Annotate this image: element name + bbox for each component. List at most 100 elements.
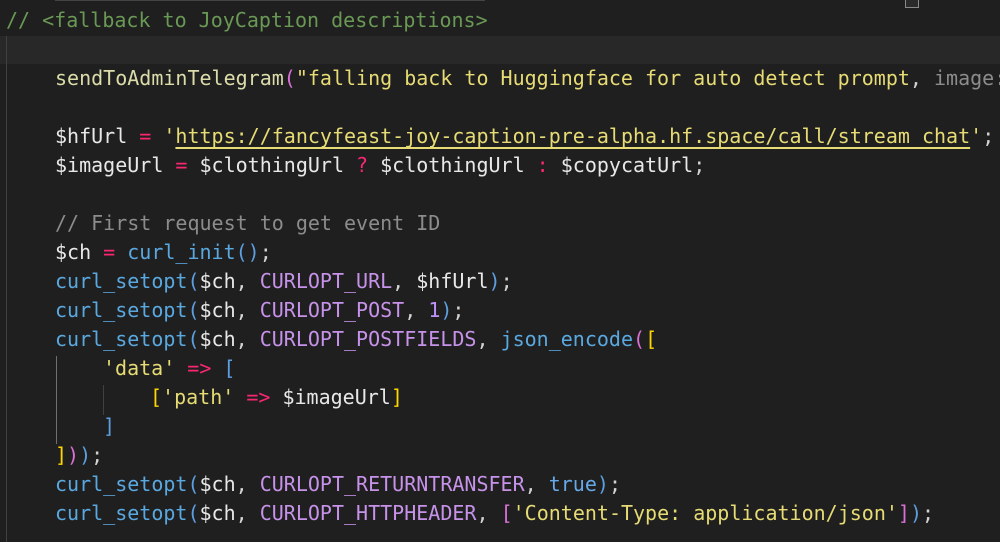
code-token: 'data' [103,356,176,380]
code-token: ] [897,501,910,525]
code-token: ] [390,385,403,409]
code-token: CURLOPT_POST [259,298,405,322]
code-token: 'Content-Type: application/json' [512,501,898,525]
code-token: [ [645,327,658,351]
code-token: true [548,472,597,496]
code-line-text: curl_setopt($ch, CURLOPT_RETURNTRANSFER,… [55,470,621,499]
code-token: ) [67,443,80,467]
code-line[interactable]: curl_setopt($ch, CURLOPT_POST, 1); [0,296,1000,325]
code-token: curl_setopt [55,472,188,496]
code-token: curl_setopt [55,269,188,293]
code-token: curl_setopt [55,298,188,322]
code-line[interactable]: sendToAdminTelegram("falling back to Hug… [0,64,1000,93]
code-token: ( [187,472,200,496]
code-token: () [235,240,260,264]
code-token: ? [344,153,381,177]
code-token: $ch [199,298,236,322]
code-token: ' [970,124,983,148]
code-token: // First request to get event ID [55,211,441,235]
code-token: = [127,124,164,148]
code-token: , [524,472,549,496]
code-token: ( [187,269,200,293]
code-token: ] [103,414,116,438]
code-token: ' [163,124,176,148]
code-token: ) [440,298,453,322]
code-line[interactable]: curl_setopt($ch, CURLOPT_RETURNTRANSFER,… [0,470,1000,499]
code-token: $clothingUrl [199,153,345,177]
code-token: $imageUrl [282,385,391,409]
code-token: ( [187,501,200,525]
code-token: ; [500,269,513,293]
code-line[interactable] [0,93,1000,122]
code-line-text: curl_setopt($ch, CURLOPT_HTTPHEADER, ['C… [55,499,934,528]
code-line[interactable]: // First request to get event ID [0,209,1000,238]
code-token: : [524,153,561,177]
code-token: $ch [199,327,236,351]
code-token: = [91,240,128,264]
code-line[interactable]: ['path' => $imageUrl] [0,383,1000,412]
code-token: [ [500,501,513,525]
code-token: $ch [55,240,92,264]
code-token: , [235,327,260,351]
code-line[interactable]: $ch = curl_init(); [0,238,1000,267]
code-line[interactable]: curl_setopt($ch, CURLOPT_HTTPHEADER, ['C… [0,499,1000,528]
code-line-text: ])); [55,441,103,470]
code-token: curl_init [127,240,236,264]
code-token: sendToAdminTelegram [55,66,284,90]
code-editor[interactable]: // <fallback to JoyCaption descriptions>… [0,0,1000,542]
code-line[interactable]: 'data' => [ [0,354,1000,383]
code-token: $ch [199,269,236,293]
code-token: $imageUrl [55,153,164,177]
code-line[interactable] [0,36,1000,65]
code-token: ( [187,298,200,322]
code-token: CURLOPT_POSTFIELDS [259,327,477,351]
code-token: [ [150,385,163,409]
code-line[interactable]: curl_setopt($ch, CURLOPT_POSTFIELDS, jso… [0,325,1000,354]
code-line-text: curl_setopt($ch, CURLOPT_POSTFIELDS, jso… [55,325,657,354]
code-token: ) [596,472,609,496]
code-line[interactable]: $hfUrl = 'https://fancyfeast-joy-caption… [0,122,1000,151]
code-token: , [909,66,935,90]
code-token: [ [223,356,236,380]
code-line-text: curl_setopt($ch, CURLOPT_URL, $hfUrl); [55,267,513,296]
code-line[interactable]: $imageUrl = $clothingUrl ? $clothingUrl … [0,151,1000,180]
code-token: ; [91,443,104,467]
code-token: ; [982,124,995,148]
code-line-text: // First request to get event ID [55,209,440,238]
code-token: ) [79,443,92,467]
code-line[interactable]: curl_setopt($ch, CURLOPT_URL, $hfUrl); [0,267,1000,296]
code-line-text: $ch = curl_init(); [55,238,272,267]
code-token: , [235,501,260,525]
code-token: ) [488,269,501,293]
code-token: https://fancyfeast-joy-caption-pre-alpha… [175,124,971,148]
code-token: 'path' [162,385,235,409]
code-token: image: [934,66,1000,90]
code-token: curl_setopt [55,501,188,525]
code-token: $clothingUrl [380,153,525,177]
code-token: curl_setopt [55,327,188,351]
code-token: => [175,356,224,380]
code-line[interactable]: ] [0,412,1000,441]
code-token: ) [909,501,923,525]
code-token: ( [283,66,296,90]
code-token: CURLOPT_RETURNTRANSFER [259,472,525,496]
code-token: , [235,269,260,293]
code-line[interactable]: // <fallback to JoyCaption descriptions> [0,6,1000,35]
code-line[interactable] [0,180,1000,209]
code-token: // <fallback to JoyCaption descriptions> [6,8,488,32]
code-token: = [163,153,200,177]
code-line[interactable]: ])); [0,441,1000,470]
code-token: => [234,385,283,409]
code-token: ( [187,327,200,351]
code-token: $ch [199,501,236,525]
code-token: ] [55,443,68,467]
code-token: ; [608,472,621,496]
code-token: $hfUrl [416,269,489,293]
code-token: CURLOPT_URL [259,269,393,293]
code-token: "falling back to Huggingface for auto de… [295,66,910,90]
code-token: , [476,501,501,525]
code-token: $hfUrl [55,124,128,148]
code-token: ; [452,298,465,322]
code-token: , [476,327,501,351]
code-line-text: 'data' => [ [103,354,235,383]
